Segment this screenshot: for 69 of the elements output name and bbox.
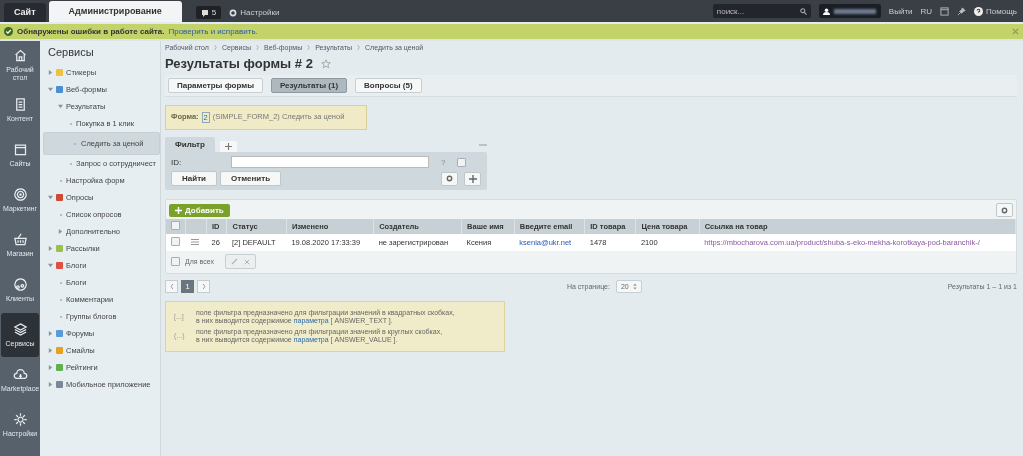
collapsed-arrow-icon[interactable] [58,229,63,234]
logout-link[interactable]: Выйти [888,6,913,16]
up-down-arrows-icon [632,283,637,290]
search-icon [799,8,807,15]
form-tab[interactable]: Результаты (1) [270,78,348,93]
basket-icon [12,232,28,248]
select-all-checkbox[interactable] [171,221,180,230]
expanded-arrow-icon[interactable] [58,104,63,109]
sidebar-title: Сервисы [47,46,95,60]
chevron-left-icon [169,284,174,289]
expanded-arrow-icon[interactable] [48,195,53,200]
collapsed-arrow-icon[interactable] [48,70,53,75]
id-input-field[interactable] [231,156,429,168]
home-icon [12,48,28,64]
edit-icon[interactable] [230,258,238,265]
header-tab[interactable]: Сайт [4,3,46,22]
chevron-right-icon [357,45,361,50]
add-field-button[interactable] [464,171,481,186]
page-title: Результаты формы # 2 [165,56,313,71]
language-dropdown[interactable]: RU [920,6,933,16]
blurred-name [833,8,876,14]
find-button[interactable]: Найти [171,171,217,186]
delete-icon[interactable] [243,258,250,265]
filter-tab[interactable]: Фильтр [165,137,215,152]
collapsed-arrow-icon[interactable] [48,382,53,387]
header-tab[interactable]: Администрирование [48,1,182,22]
chevron-right-icon [201,284,206,289]
for-all-checkbox[interactable] [171,257,180,266]
collapsed-arrow-icon[interactable] [48,365,53,370]
updates-button[interactable]: 5 [195,6,222,19]
pin-icon[interactable] [957,6,967,16]
collapsed-arrow-icon[interactable] [48,331,53,336]
help-link[interactable]: Помощь [974,6,1017,16]
collapsed-arrow-icon[interactable] [48,348,53,353]
add-filter-tab[interactable] [219,141,237,152]
settings-button[interactable] [441,171,458,186]
collapsed-arrow-icon[interactable] [48,246,53,251]
form-tab[interactable]: Параметры формы [168,78,263,93]
calendar-icon [12,142,28,158]
layers-icon [12,322,28,338]
settings-link[interactable]: Настройки [229,8,280,17]
form-tab[interactable]: Вопросы (5) [355,78,422,93]
chevron-right-icon [213,45,217,50]
expanded-arrow-icon[interactable] [48,263,53,268]
person-icon [822,7,830,15]
plus-icon [468,174,477,183]
chevron-right-icon [307,45,311,50]
fix-link[interactable]: Проверить и исправить. [168,27,258,36]
check-icon [4,27,13,36]
close-icon[interactable] [1012,28,1019,35]
table-settings-button[interactable] [996,203,1013,217]
cancel-button[interactable]: Отменить [220,171,282,186]
search-field[interactable]: поиск... [712,4,811,18]
next-page-button[interactable] [197,280,210,293]
notice-message: Обнаружены ошибки в работе сайта. [17,27,165,36]
chevron-right-icon [255,45,259,50]
star-icon[interactable] [320,58,331,69]
target-icon [12,187,28,203]
question-icon [974,6,984,16]
expanded-arrow-icon[interactable] [48,87,53,92]
row-checkbox[interactable] [171,237,180,246]
menu-icon[interactable] [190,239,199,245]
plus-icon [175,206,182,214]
window-icon[interactable] [940,6,950,16]
filter-field-label: ID: [171,157,183,167]
user-button[interactable] [818,4,881,18]
plus-icon [224,143,232,150]
checkbox[interactable] [457,157,467,167]
previous-page-button[interactable] [165,280,178,293]
